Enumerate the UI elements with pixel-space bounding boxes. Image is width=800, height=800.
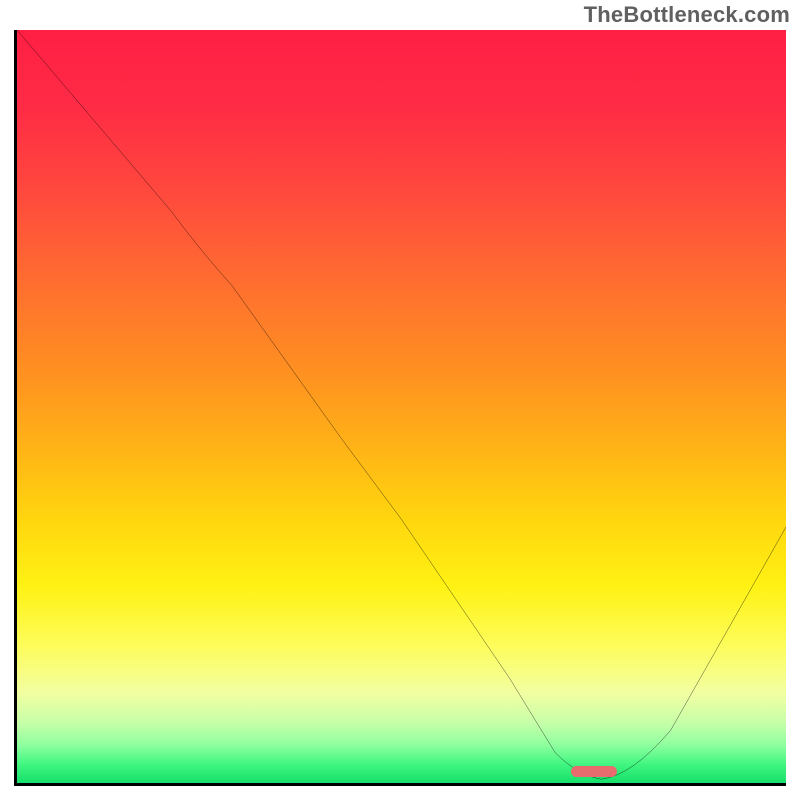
chart-curve bbox=[17, 30, 786, 783]
curve-line bbox=[17, 30, 786, 779]
chart-plot-area bbox=[14, 30, 786, 786]
optimum-marker bbox=[571, 766, 617, 777]
watermark-text: TheBottleneck.com bbox=[584, 2, 790, 28]
